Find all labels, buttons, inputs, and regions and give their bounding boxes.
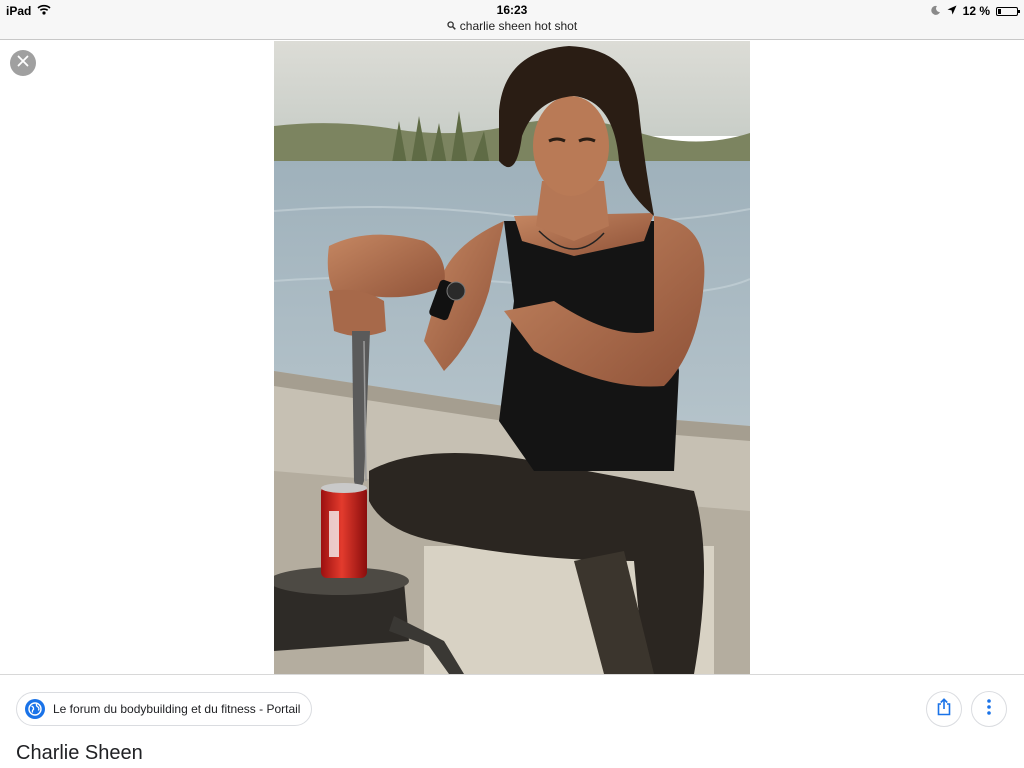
search-query: charlie sheen hot shot — [459, 19, 578, 33]
battery-icon — [996, 6, 1020, 16]
address-bar[interactable]: charlie sheen hot shot — [0, 19, 1024, 33]
share-icon — [936, 697, 952, 721]
search-icon — [447, 19, 456, 33]
close-icon — [17, 54, 29, 72]
source-link-chip[interactable]: Le forum du bodybuilding et du fitness -… — [16, 692, 313, 726]
moon-icon — [930, 4, 941, 18]
status-bar: iPad 16:23 12 % charlie sheen hot shot — [0, 0, 1024, 40]
source-label: Le forum du bodybuilding et du fitness -… — [53, 702, 301, 716]
location-arrow-icon — [947, 4, 957, 18]
more-vertical-icon — [987, 698, 991, 720]
result-title[interactable]: Charlie Sheen — [16, 742, 143, 765]
result-info-panel: Le forum du bodybuilding et du fitness -… — [0, 674, 1024, 768]
close-button[interactable] — [10, 50, 36, 76]
clock: 16:23 — [496, 3, 528, 17]
share-button[interactable] — [926, 691, 962, 727]
battery-percent: 12 % — [962, 4, 990, 18]
more-options-button[interactable] — [971, 691, 1007, 727]
main-photo[interactable] — [274, 41, 750, 674]
status-right: 12 % — [930, 3, 1020, 19]
globe-icon — [25, 699, 45, 719]
